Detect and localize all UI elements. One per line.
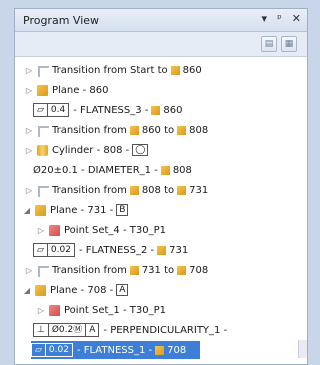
perpendicularity-icon: ⊥ <box>34 324 49 336</box>
plane-icon <box>129 125 139 135</box>
cylinder-icon <box>160 165 170 175</box>
expand-arrow-icon[interactable]: ▷ <box>25 86 33 95</box>
expand-icon[interactable]: ▦ <box>281 36 297 52</box>
plane-icon <box>151 105 161 115</box>
transition-icon <box>37 125 49 137</box>
scrollbar[interactable] <box>298 340 307 358</box>
row-text: Transition from Start to <box>52 64 168 76</box>
transition-icon <box>37 65 49 77</box>
feature-control-frame: ▱ 0.4 <box>33 103 70 117</box>
tree-row[interactable]: ▷ Transition from Start to 860 <box>25 61 307 79</box>
flatness-icon: ▱ <box>34 244 48 256</box>
expand-arrow-icon[interactable]: ▷ <box>25 266 33 275</box>
program-view-panel: Program View ▾ ᵖ ✕ ▤ ▦ ▷ Transition from… <box>14 8 308 365</box>
tree-row[interactable]: ⊥ Ø0.2Ⓜ A - PERPENDICULARITY_1 - <box>33 321 307 339</box>
row-tail: 860 <box>182 64 202 76</box>
expand-arrow-icon[interactable]: ▷ <box>25 186 33 195</box>
flatness-icon: ▱ <box>34 104 48 116</box>
tree-row[interactable]: ◢ Plane - 708 - A <box>23 281 307 299</box>
feature-control-frame: ⊥ Ø0.2Ⓜ A <box>33 323 100 337</box>
tree-row[interactable]: ▷ Point Set_1 - T30_P1 <box>37 301 307 319</box>
close-icon[interactable]: ✕ <box>292 12 301 25</box>
plane-icon <box>157 245 167 255</box>
cylinder-icon <box>129 185 139 195</box>
datum-label: B <box>116 204 129 216</box>
collapse-arrow-icon[interactable]: ◢ <box>23 206 31 215</box>
tree-row-selected[interactable]: ▱ 0.02 - FLATNESS_1 - 708 <box>31 341 201 359</box>
datum-label: ◯ <box>132 144 149 156</box>
plane-icon <box>35 284 46 296</box>
feature-control-frame: ▱ 0.02 <box>33 243 75 257</box>
expand-arrow-icon[interactable]: ▷ <box>37 226 45 235</box>
panel-title: Program View <box>23 14 100 27</box>
program-tree: ▷ Transition from Start to 860 ▷ Plane -… <box>15 56 307 364</box>
tree-row[interactable]: ▱ 0.02 - FLATNESS_2 - 731 <box>33 241 307 259</box>
expand-arrow-icon[interactable]: ▷ <box>25 146 33 155</box>
tree-row[interactable]: ▷ Point Set_4 - T30_P1 <box>37 221 307 239</box>
dropdown-icon[interactable]: ▾ <box>262 12 268 25</box>
collapse-arrow-icon[interactable]: ◢ <box>23 286 31 295</box>
plane-icon <box>37 84 48 96</box>
plane-icon <box>177 265 187 275</box>
expand-arrow-icon[interactable]: ▷ <box>37 306 45 315</box>
feature-control-frame: ▱ 0.02 <box>31 343 73 357</box>
expand-arrow-icon[interactable]: ▷ <box>25 126 33 135</box>
plane-icon <box>129 265 139 275</box>
plane-icon <box>177 125 187 135</box>
row-text: - FLATNESS_3 - <box>73 104 149 116</box>
panel-titlebar: Program View ▾ ᵖ ✕ <box>15 9 307 32</box>
plane-icon <box>177 185 187 195</box>
tree-row[interactable]: ▷ Transition from 860 to 808 <box>25 121 307 139</box>
plane-icon <box>35 204 46 216</box>
flatness-icon: ▱ <box>32 344 46 356</box>
tree-row[interactable]: ◢ Plane - 731 - B <box>23 201 307 219</box>
plane-icon <box>155 345 165 355</box>
cylinder-icon <box>37 144 48 156</box>
plane-icon <box>170 65 180 75</box>
pin-icon[interactable]: ᵖ <box>277 12 282 25</box>
tree-row[interactable]: ▷ Transition from 808 to 731 <box>25 181 307 199</box>
expand-arrow-icon[interactable]: ▷ <box>25 66 33 75</box>
tree-row[interactable]: ▷ Transition from 731 to 708 <box>25 261 307 279</box>
collapse-icon[interactable]: ▤ <box>261 36 277 52</box>
panel-toolbar: ▤ ▦ <box>15 32 307 56</box>
transition-icon <box>37 265 49 277</box>
datum-label: A <box>116 284 129 296</box>
tree-row[interactable]: Ø20±0.1 - DIAMETER_1 - 808 <box>33 161 307 179</box>
point-set-icon <box>49 224 60 236</box>
tree-row[interactable]: ▱ 0.4 - FLATNESS_3 - 860 <box>33 101 307 119</box>
transition-icon <box>37 185 49 197</box>
point-set-icon <box>49 304 60 316</box>
tree-row[interactable]: ▷ Plane - 860 <box>25 81 307 99</box>
tree-row[interactable]: ▷ Cylinder - 808 - ◯ <box>25 141 307 159</box>
row-text: Plane - 860 <box>52 84 109 96</box>
